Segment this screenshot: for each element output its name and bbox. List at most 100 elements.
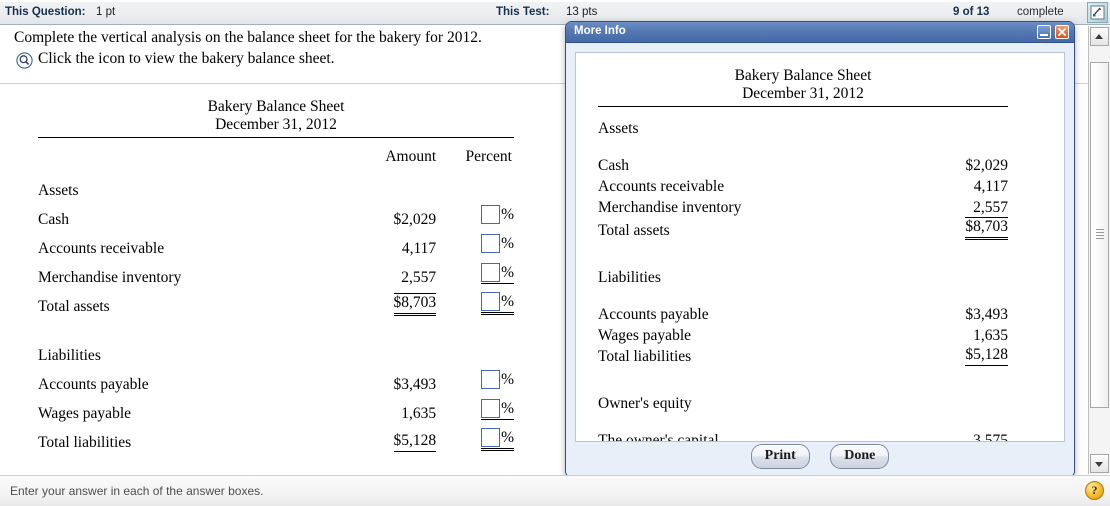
answer-box-total-assets-percent[interactable] <box>481 292 501 311</box>
row-amount: 3,575 <box>973 432 1008 442</box>
worksheet-section-owners-equity: Owner's equity <box>38 467 514 474</box>
row-label: Cash <box>598 157 629 174</box>
section-label-owners-equity: Owner's equity <box>598 395 692 412</box>
row-amount: $5,128 <box>965 346 1008 366</box>
section-label-assets: Assets <box>598 120 639 137</box>
row-label: Accounts receivable <box>38 240 165 257</box>
this-question-points: 1 pt <box>96 6 116 18</box>
row-amount: 2,557 <box>973 199 1008 216</box>
row-percent-cell: % <box>444 229 514 258</box>
row-label: Wages payable <box>598 327 691 344</box>
scrollbar-thumb[interactable] <box>1090 62 1109 408</box>
answer-box-accounts-payable-percent[interactable] <box>481 370 501 389</box>
row-amount-total: $8,703 <box>888 217 1008 240</box>
dialog-section-owners-equity: Owner's equity <box>598 382 1008 413</box>
dialog-sheet-title-line-1: Bakery Balance Sheet <box>734 67 872 84</box>
row-amount: $8,703 <box>393 293 437 316</box>
table-row: Accounts payable $3,493 <box>598 303 1008 324</box>
section-label-owners-equity: Owner's equity <box>38 467 337 474</box>
dialog-content-area: Bakery Balance Sheet December 31, 2012 A… <box>575 52 1065 442</box>
dialog-spacer-row <box>598 366 1008 382</box>
print-button[interactable]: Print <box>750 444 810 469</box>
worksheet-spacer-row <box>38 452 514 467</box>
table-row: Wages payable 1,635 <box>598 324 1008 345</box>
worksheet-header-row: Amount Percent <box>38 138 514 166</box>
exam-question-window: This Question: 1 pt This Test: 13 pts 9 … <box>0 0 1110 506</box>
this-test-points: 13 pts <box>566 6 598 18</box>
question-prompt-line-1: Complete the vertical analysis on the ba… <box>14 29 482 46</box>
dialog-sheet-title-line-2: December 31, 2012 <box>742 85 864 102</box>
percent-sign: % <box>501 370 514 388</box>
row-amount: 4,117 <box>401 240 437 257</box>
minimize-icon[interactable] <box>1037 25 1051 39</box>
answer-box-cash-percent[interactable] <box>481 205 501 224</box>
row-percent-cell: % <box>444 423 514 452</box>
percent-sign: % <box>501 205 514 223</box>
percent-sign: % <box>501 292 514 310</box>
dialog-sheet-title: Bakery Balance Sheet December 31, 2012 <box>598 67 1008 103</box>
close-icon[interactable] <box>1055 25 1069 39</box>
row-label: The owner's capital <box>598 432 719 442</box>
this-question-label: This Question: <box>5 6 86 18</box>
edit-graph-icon[interactable] <box>1087 2 1108 23</box>
worksheet-spacer-row <box>38 316 514 331</box>
worksheet-title: Bakery Balance Sheet December 31, 2012 <box>38 98 514 134</box>
question-progress-count: 9 of 13 <box>953 6 990 18</box>
row-label: Cash <box>38 211 69 228</box>
dialog-spacer-row <box>598 138 1008 154</box>
scrollbar-grip-icon <box>1096 229 1104 241</box>
row-percent-cell: % <box>444 287 514 316</box>
table-row: Accounts receivable 4,117 % <box>38 229 514 258</box>
row-amount: $3,493 <box>965 306 1008 323</box>
scroll-up-arrow-icon[interactable] <box>1090 27 1109 46</box>
row-percent-cell: % <box>444 200 514 229</box>
vertical-scrollbar[interactable] <box>1088 26 1110 474</box>
done-button[interactable]: Done <box>830 444 890 469</box>
table-row: Merchandise inventory 2,557 <box>598 196 1008 217</box>
section-label-liabilities: Liabilities <box>598 269 661 286</box>
row-amount: 4,117 <box>973 178 1008 195</box>
row-label: Merchandise inventory <box>38 269 182 286</box>
question-status-text: complete <box>1017 6 1064 18</box>
row-amount-total: $5,128 <box>888 345 1008 366</box>
answer-box-total-liabilities-percent[interactable] <box>481 428 501 447</box>
more-info-dialog: More Info Bakery Balance Sheet December … <box>565 21 1075 478</box>
dialog-spacer-row <box>598 287 1008 303</box>
row-amount: $2,029 <box>965 157 1008 174</box>
worksheet-section-assets: Assets <box>38 166 514 200</box>
percent-sign: % <box>501 263 514 281</box>
help-icon[interactable]: ? <box>1085 481 1104 500</box>
worksheet-section-liabilities: Liabilities <box>38 331 514 365</box>
row-label: Total liabilities <box>38 434 132 451</box>
answer-box-wages-payable-percent[interactable] <box>481 399 501 418</box>
this-test-label: This Test: <box>496 6 550 18</box>
dialog-title-bar[interactable]: More Info <box>566 22 1074 43</box>
row-label: Accounts payable <box>598 306 709 323</box>
row-amount: $5,128 <box>393 432 437 452</box>
row-label: Accounts payable <box>38 376 149 393</box>
table-row: Wages payable 1,635 % <box>38 394 514 423</box>
row-amount: $3,493 <box>393 376 437 393</box>
dialog-spacer-row <box>598 413 1008 429</box>
dialog-balance-sheet: Bakery Balance Sheet December 31, 2012 A… <box>598 67 1008 442</box>
magnifier-icon[interactable] <box>16 52 33 69</box>
row-amount-total: $8,703 <box>337 287 445 316</box>
table-row: Total liabilities $5,128 <box>598 345 1008 366</box>
row-label: Wages payable <box>38 405 131 422</box>
answer-box-accounts-receivable-percent[interactable] <box>481 234 501 253</box>
row-percent-cell: % <box>444 258 514 287</box>
table-row: Merchandise inventory 2,557 % <box>38 258 514 287</box>
table-row: Total assets $8,703 <box>598 217 1008 240</box>
row-amount: $8,703 <box>965 217 1008 240</box>
row-label: Total liabilities <box>598 348 692 365</box>
table-row: The owner's capital 3,575 <box>598 429 1008 442</box>
dialog-button-row: Print Done <box>566 444 1074 477</box>
row-label: Accounts receivable <box>598 178 725 195</box>
scroll-down-arrow-icon[interactable] <box>1090 454 1109 473</box>
percent-sign: % <box>501 428 514 446</box>
answer-box-merchandise-inventory-percent[interactable] <box>481 263 501 282</box>
instruction-bar: Enter your answer in each of the answer … <box>0 475 1110 506</box>
table-row: Cash $2,029 % <box>38 200 514 229</box>
table-row: Total assets $8,703 % <box>38 287 514 316</box>
row-label: Total assets <box>38 298 110 315</box>
